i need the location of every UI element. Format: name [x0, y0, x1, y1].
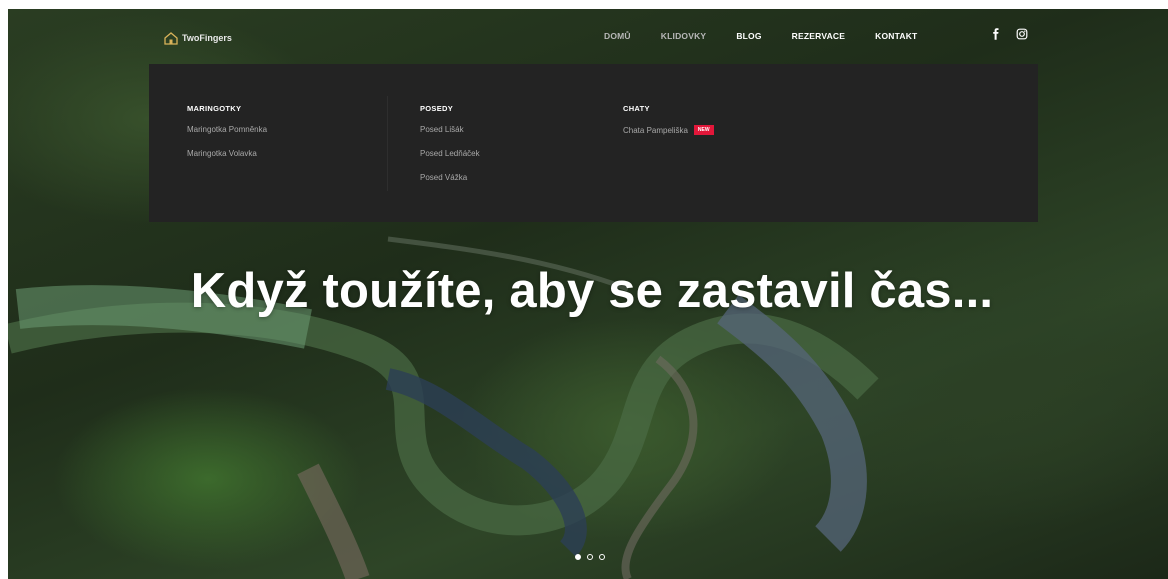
instagram-icon[interactable]	[1016, 28, 1028, 40]
menu-item-posed-vazka[interactable]: Posed Vážka	[420, 173, 480, 182]
menu-column-maringotky: MARINGOTKY Maringotka Pomněnka Maringotk…	[187, 104, 267, 173]
header: TwoFingers DOMŮ KLIDOVKY BLOG REZERVACE …	[8, 9, 1168, 64]
facebook-icon[interactable]	[990, 28, 1002, 40]
menu-item-chata-pampeliska[interactable]: Chata Pampeliška NEW	[623, 125, 714, 135]
menu-item-maringotka-pomnenka[interactable]: Maringotka Pomněnka	[187, 125, 267, 134]
slider-dot-3[interactable]	[599, 554, 605, 560]
new-badge: NEW	[693, 125, 714, 135]
site-logo-text: TwoFingers	[182, 33, 232, 43]
menu-item-label: Posed Lišák	[420, 125, 464, 134]
menu-column-posedy: POSEDY Posed Lišák Posed Ledňáček Posed …	[420, 104, 480, 197]
menu-item-label: Posed Ledňáček	[420, 149, 480, 158]
nav-item-kontakt[interactable]: KONTAKT	[875, 31, 917, 41]
slider-dot-1[interactable]	[575, 554, 581, 560]
menu-heading-chaty: CHATY	[623, 104, 650, 113]
menu-item-label: Maringotka Volavka	[187, 149, 257, 158]
menu-item-posed-lednacek[interactable]: Posed Ledňáček	[420, 149, 480, 158]
menu-heading-posedy: POSEDY	[420, 104, 454, 113]
nav-item-rezervace[interactable]: REZERVACE	[792, 31, 845, 41]
nav-item-domu[interactable]: DOMŮ	[604, 31, 631, 41]
klidovky-mega-menu: MARINGOTKY Maringotka Pomněnka Maringotk…	[149, 64, 1038, 222]
slider-pagination	[575, 554, 605, 560]
social-links	[990, 28, 1028, 40]
nav-item-klidovky[interactable]: KLIDOVKY	[661, 31, 707, 41]
menu-divider	[387, 96, 388, 191]
menu-column-chaty: CHATY Chata Pampeliška NEW	[623, 104, 714, 150]
menu-item-maringotka-volavka[interactable]: Maringotka Volavka	[187, 149, 267, 158]
menu-item-label: Chata Pampeliška	[623, 125, 688, 135]
hero-headline: Když toužíte, aby se zastavil čas...	[190, 264, 994, 318]
cabin-logo-icon	[164, 32, 178, 45]
menu-item-label: Posed Vážka	[420, 173, 468, 182]
menu-item-posed-lisak[interactable]: Posed Lišák	[420, 125, 480, 134]
menu-item-label: Maringotka Pomněnka	[187, 125, 268, 134]
slider-dot-2[interactable]	[587, 554, 593, 560]
main-nav: DOMŮ KLIDOVKY BLOG REZERVACE KONTAKT	[604, 31, 947, 41]
site-logo[interactable]: TwoFingers	[164, 28, 232, 48]
nav-item-blog[interactable]: BLOG	[736, 31, 761, 41]
menu-heading-maringotky: MARINGOTKY	[187, 104, 242, 113]
